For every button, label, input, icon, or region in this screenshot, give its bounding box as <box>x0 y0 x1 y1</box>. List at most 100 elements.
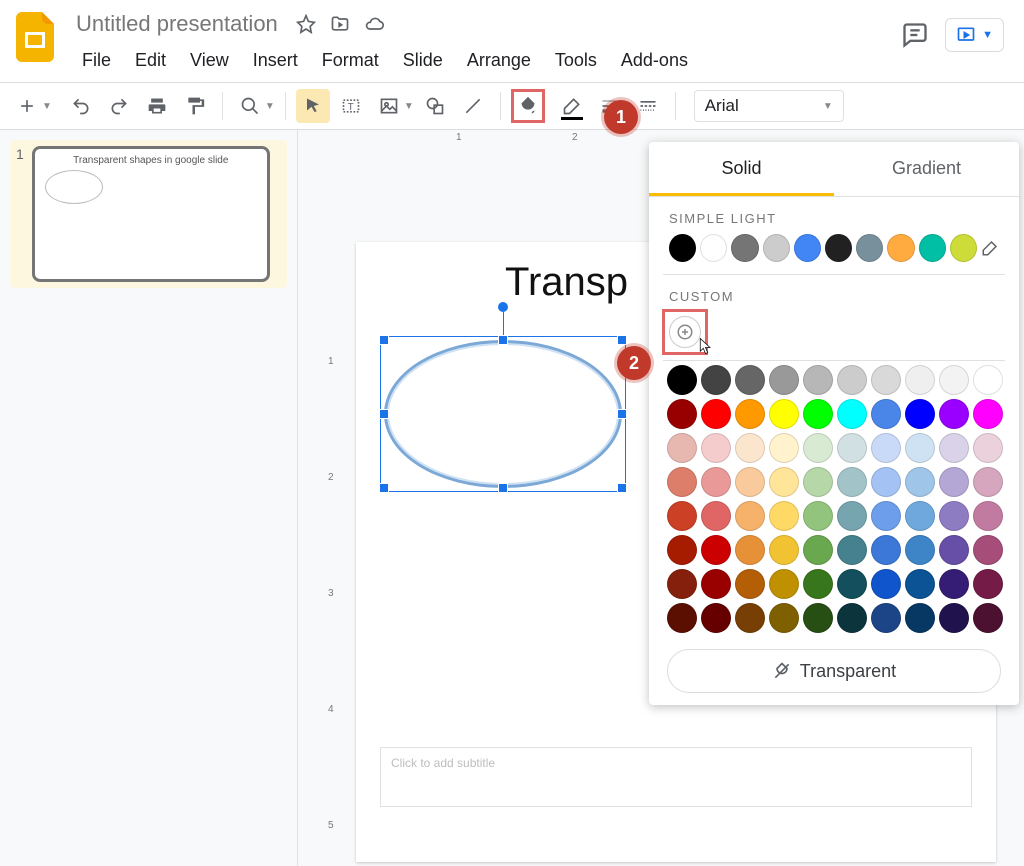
color-swatch[interactable] <box>667 501 697 531</box>
color-swatch[interactable] <box>735 467 765 497</box>
color-swatch[interactable] <box>973 467 1003 497</box>
color-swatch[interactable] <box>837 603 867 633</box>
color-swatch[interactable] <box>769 365 799 395</box>
color-swatch[interactable] <box>803 433 833 463</box>
color-swatch[interactable] <box>871 535 901 565</box>
menu-insert[interactable]: Insert <box>243 46 308 75</box>
color-swatch[interactable] <box>701 467 731 497</box>
color-swatch[interactable] <box>837 569 867 599</box>
color-swatch[interactable] <box>837 467 867 497</box>
color-swatch[interactable] <box>667 467 697 497</box>
resize-handle[interactable] <box>379 483 389 493</box>
move-icon[interactable] <box>330 14 350 34</box>
menu-edit[interactable]: Edit <box>125 46 176 75</box>
color-swatch[interactable] <box>803 603 833 633</box>
color-swatch[interactable] <box>939 365 969 395</box>
color-swatch[interactable] <box>973 433 1003 463</box>
color-swatch[interactable] <box>803 399 833 429</box>
resize-handle[interactable] <box>617 483 627 493</box>
color-swatch[interactable] <box>701 365 731 395</box>
color-swatch[interactable] <box>905 399 935 429</box>
selected-shape[interactable] <box>384 340 622 488</box>
menu-arrange[interactable]: Arrange <box>457 46 541 75</box>
comments-icon[interactable] <box>901 21 929 49</box>
transparent-button[interactable]: Transparent <box>667 649 1001 693</box>
color-swatch[interactable] <box>769 467 799 497</box>
tab-solid[interactable]: Solid <box>649 142 834 196</box>
color-swatch[interactable] <box>667 569 697 599</box>
select-tool-button[interactable] <box>296 89 330 123</box>
color-swatch[interactable] <box>837 365 867 395</box>
color-swatch[interactable] <box>939 501 969 531</box>
color-swatch[interactable] <box>973 569 1003 599</box>
color-swatch[interactable] <box>803 501 833 531</box>
menu-file[interactable]: File <box>72 46 121 75</box>
add-custom-color-button[interactable] <box>669 316 701 348</box>
color-swatch[interactable] <box>701 433 731 463</box>
theme-swatch[interactable] <box>700 234 727 262</box>
star-icon[interactable] <box>296 14 316 34</box>
zoom-button[interactable] <box>233 89 267 123</box>
color-swatch[interactable] <box>735 603 765 633</box>
color-swatch[interactable] <box>769 399 799 429</box>
color-swatch[interactable] <box>701 399 731 429</box>
slide-thumb-wrap[interactable]: 1 Transparent shapes in google slide <box>10 140 287 288</box>
color-swatch[interactable] <box>905 569 935 599</box>
color-swatch[interactable] <box>871 603 901 633</box>
slide-thumbnail[interactable]: Transparent shapes in google slide <box>32 146 270 282</box>
color-swatch[interactable] <box>803 569 833 599</box>
cloud-status-icon[interactable] <box>364 14 384 34</box>
color-swatch[interactable] <box>667 603 697 633</box>
color-swatch[interactable] <box>973 399 1003 429</box>
color-swatch[interactable] <box>667 365 697 395</box>
resize-handle[interactable] <box>379 409 389 419</box>
color-swatch[interactable] <box>905 365 935 395</box>
color-swatch[interactable] <box>837 433 867 463</box>
color-swatch[interactable] <box>871 501 901 531</box>
color-swatch[interactable] <box>871 569 901 599</box>
color-swatch[interactable] <box>939 433 969 463</box>
color-swatch[interactable] <box>973 535 1003 565</box>
color-swatch[interactable] <box>939 467 969 497</box>
color-swatch[interactable] <box>667 399 697 429</box>
resize-handle[interactable] <box>498 483 508 493</box>
resize-handle[interactable] <box>498 335 508 345</box>
color-swatch[interactable] <box>735 501 765 531</box>
color-swatch[interactable] <box>803 467 833 497</box>
menu-tools[interactable]: Tools <box>545 46 607 75</box>
color-swatch[interactable] <box>939 399 969 429</box>
color-swatch[interactable] <box>871 467 901 497</box>
fill-color-button[interactable] <box>511 89 545 123</box>
font-selector[interactable]: Arial ▼ <box>694 90 844 122</box>
color-swatch[interactable] <box>701 569 731 599</box>
theme-swatch[interactable] <box>887 234 914 262</box>
paint-format-button[interactable] <box>178 89 212 123</box>
color-swatch[interactable] <box>803 365 833 395</box>
insert-image-button[interactable] <box>372 89 406 123</box>
color-swatch[interactable] <box>735 365 765 395</box>
color-swatch[interactable] <box>939 535 969 565</box>
doc-title[interactable]: Untitled presentation <box>72 9 282 39</box>
color-swatch[interactable] <box>871 433 901 463</box>
new-slide-button[interactable] <box>10 89 44 123</box>
theme-swatch[interactable] <box>856 234 883 262</box>
menu-view[interactable]: View <box>180 46 239 75</box>
print-button[interactable] <box>140 89 174 123</box>
present-button[interactable]: ▼ <box>945 18 1004 52</box>
border-color-button[interactable] <box>555 89 589 123</box>
color-swatch[interactable] <box>735 433 765 463</box>
line-button[interactable] <box>456 89 490 123</box>
resize-handle[interactable] <box>379 335 389 345</box>
color-swatch[interactable] <box>735 569 765 599</box>
color-swatch[interactable] <box>905 467 935 497</box>
tab-gradient[interactable]: Gradient <box>834 142 1019 196</box>
redo-button[interactable] <box>102 89 136 123</box>
theme-swatch[interactable] <box>763 234 790 262</box>
color-swatch[interactable] <box>905 433 935 463</box>
theme-swatch[interactable] <box>825 234 852 262</box>
color-swatch[interactable] <box>939 603 969 633</box>
theme-swatch[interactable] <box>919 234 946 262</box>
subtitle-placeholder[interactable]: Click to add subtitle <box>380 747 972 807</box>
color-swatch[interactable] <box>667 535 697 565</box>
color-swatch[interactable] <box>939 569 969 599</box>
